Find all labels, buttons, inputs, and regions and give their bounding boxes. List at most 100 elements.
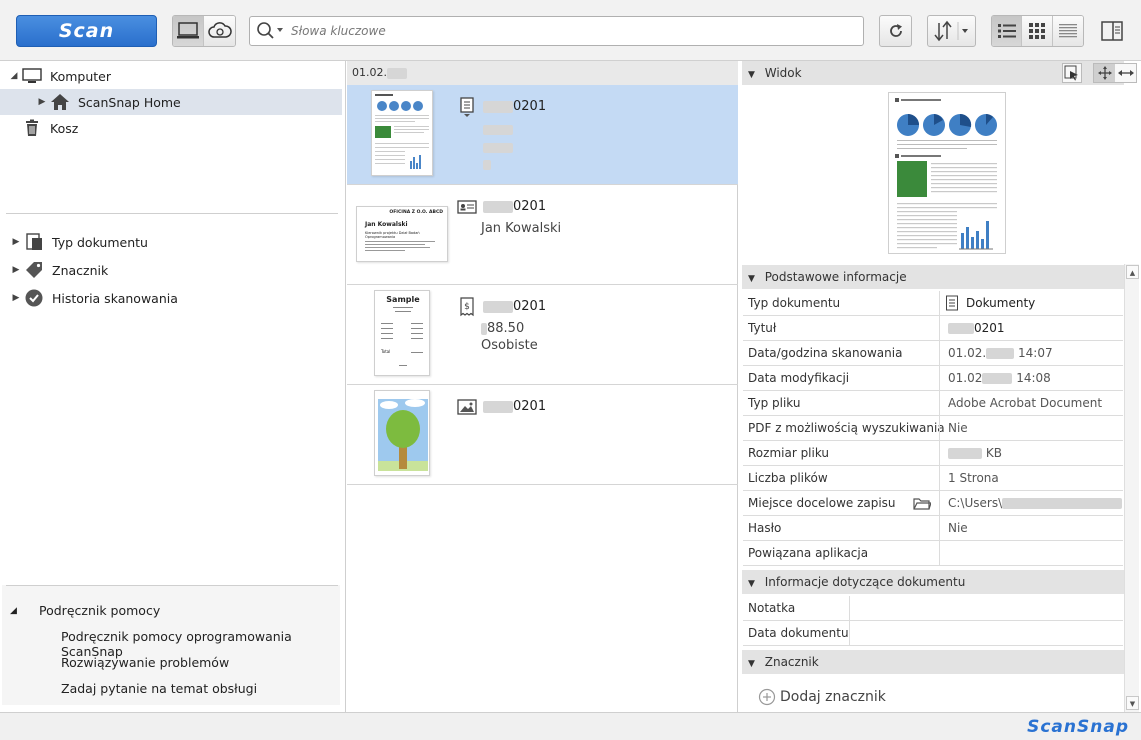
divider (6, 585, 338, 586)
property-value: Nie (948, 521, 968, 535)
item-title-suffix: 0201 (513, 299, 547, 314)
property-key: Notatka (748, 601, 796, 615)
column-divider (939, 491, 940, 516)
tree-item-label: Kosz (50, 120, 79, 136)
property-row: Liczba plików 1 Strona (743, 466, 1123, 491)
property-value[interactable]: Dokumenty (966, 291, 1035, 316)
search-box[interactable] (249, 16, 864, 46)
tree-item-scansnap-home[interactable]: ▶ ScanSnap Home (0, 89, 342, 115)
document-preview-graphic (895, 98, 997, 250)
tree-item-label: Komputer (50, 68, 111, 84)
folder-icon[interactable] (913, 497, 931, 511)
tree-item-label: ScanSnap Home (78, 94, 181, 110)
cloud-sync-icon (207, 22, 232, 38)
property-row: Rozmiar pliku KB (743, 441, 1123, 466)
sort-button[interactable] (927, 15, 976, 47)
title-suffix: 0201 (974, 321, 1005, 335)
collapse-arrow-icon[interactable]: ▼ (748, 579, 755, 589)
tree-item-computer[interactable]: ◢ Komputer (0, 63, 346, 89)
move-arrows-icon (1097, 66, 1112, 80)
property-key: PDF z możliwością wyszukiwania (748, 421, 945, 435)
business-card-thumbnail[interactable]: OFICINA Z O.O. ABCD Jan Kowalski Kierown… (356, 206, 448, 262)
filter-document-type[interactable]: ▶ Typ dokumentu (0, 229, 346, 255)
redacted-text (982, 373, 1013, 384)
help-link-troubleshooting[interactable]: Rozwiązywanie problemów (61, 655, 229, 670)
collapse-arrow-icon[interactable]: ◢ (10, 606, 28, 616)
redacted-text (986, 348, 1015, 359)
column-divider (939, 391, 940, 416)
property-value[interactable]: 0201 (948, 316, 1005, 341)
item-amount: 88.50 (481, 321, 524, 336)
cloud-view-button[interactable] (204, 16, 235, 46)
fit-page-button[interactable] (1062, 63, 1082, 83)
help-link-support-question[interactable]: Zadaj pytanie na temat obsługi (61, 681, 257, 696)
time-value: 14:08 (1016, 371, 1051, 385)
redacted-text (948, 448, 982, 459)
property-key: Powiązana aplikacja (748, 546, 869, 560)
expand-arrow-icon[interactable]: ▶ (10, 265, 22, 275)
size-unit: KB (985, 446, 1002, 460)
add-tag-label: Dodaj znacznik (780, 689, 886, 705)
grid-view-button[interactable] (1022, 16, 1053, 46)
detail-view-button[interactable] (1052, 16, 1083, 46)
expand-arrow-icon[interactable]: ▶ (36, 97, 48, 107)
collapse-arrow-icon[interactable]: ▼ (748, 659, 755, 669)
property-value: Adobe Acrobat Document (948, 396, 1103, 410)
document-thumbnail[interactable] (371, 90, 433, 176)
list-item[interactable]: OFICINA Z O.O. ABCD Jan Kowalski Kierown… (347, 185, 738, 285)
tree-item-trash[interactable]: Kosz (0, 115, 346, 141)
receipt-thumbnail[interactable]: Sample Total (374, 290, 430, 376)
list-item[interactable]: 0201 (347, 385, 738, 485)
property-row: Data modyfikacji 01.02 14:08 (743, 366, 1123, 391)
pan-button[interactable] (1094, 64, 1115, 82)
add-tag-button[interactable]: Dodaj znacznik (758, 688, 886, 706)
content-list: 01.02. 0201 OFICINA Z O.O. ABCD Jan Kowa… (347, 61, 738, 712)
item-title: 0201 (483, 99, 546, 114)
collapse-arrow-icon[interactable]: ◢ (8, 71, 20, 81)
detail-view-icon (1058, 24, 1077, 38)
tag-section-header[interactable]: ▼ Znacznik (742, 650, 1124, 674)
document-preview[interactable] (888, 92, 1006, 254)
filter-scan-history[interactable]: ▶ Historia skanowania (0, 285, 346, 311)
list-item[interactable]: 0201 (347, 85, 738, 185)
zoom-toggle (1093, 63, 1137, 83)
panel-layout-button[interactable] (1097, 15, 1127, 47)
details-scrollbar[interactable]: ▲ ▼ (1124, 264, 1139, 712)
item-title: 0201 (483, 199, 546, 214)
fit-page-icon (1064, 65, 1078, 81)
filter-tag[interactable]: ▶ Znacznik (0, 257, 346, 283)
collapse-arrow-icon[interactable]: ▼ (748, 274, 755, 284)
photo-thumbnail[interactable] (374, 390, 430, 476)
expand-arrow-icon[interactable]: ▶ (10, 293, 22, 303)
document-icon (460, 97, 474, 117)
refresh-button[interactable] (879, 15, 912, 47)
help-header[interactable]: ◢ Podręcznik pomocy (10, 603, 160, 618)
expand-arrow-icon[interactable]: ▶ (10, 237, 22, 247)
time-value: 14:07 (1018, 346, 1053, 360)
column-divider (939, 516, 940, 541)
column-divider (939, 441, 940, 466)
section-title: Widok (764, 66, 802, 80)
basic-info-section-header[interactable]: ▼ Podstawowe informacje (742, 265, 1124, 289)
panel-layout-icon (1101, 21, 1123, 41)
local-view-button[interactable] (173, 16, 204, 46)
scroll-down-icon[interactable]: ▼ (1126, 696, 1139, 710)
property-key: Liczba plików (748, 471, 828, 485)
list-view-button[interactable] (992, 16, 1023, 46)
column-divider (939, 316, 940, 341)
list-item[interactable]: Sample Total $ 0201 88.50 Osobiste (347, 285, 738, 385)
collapse-arrow-icon[interactable]: ▼ (748, 70, 755, 80)
scan-button[interactable]: Scan (16, 15, 157, 47)
scroll-up-icon[interactable]: ▲ (1126, 265, 1139, 279)
business-card-icon (457, 200, 477, 214)
search-input[interactable] (287, 18, 863, 44)
date-group-header: 01.02. (347, 61, 738, 85)
date-group-label: 01.02. (352, 66, 387, 79)
document-info-section-header[interactable]: ▼ Informacje dotyczące dokumentu (742, 570, 1124, 594)
search-icon[interactable] (255, 21, 287, 41)
column-divider (939, 416, 940, 441)
property-row: PDF z możliwością wyszukiwania Nie (743, 416, 1123, 441)
property-value: KB (948, 441, 1002, 466)
tag-icon (22, 260, 46, 280)
fit-width-button[interactable] (1115, 64, 1136, 82)
